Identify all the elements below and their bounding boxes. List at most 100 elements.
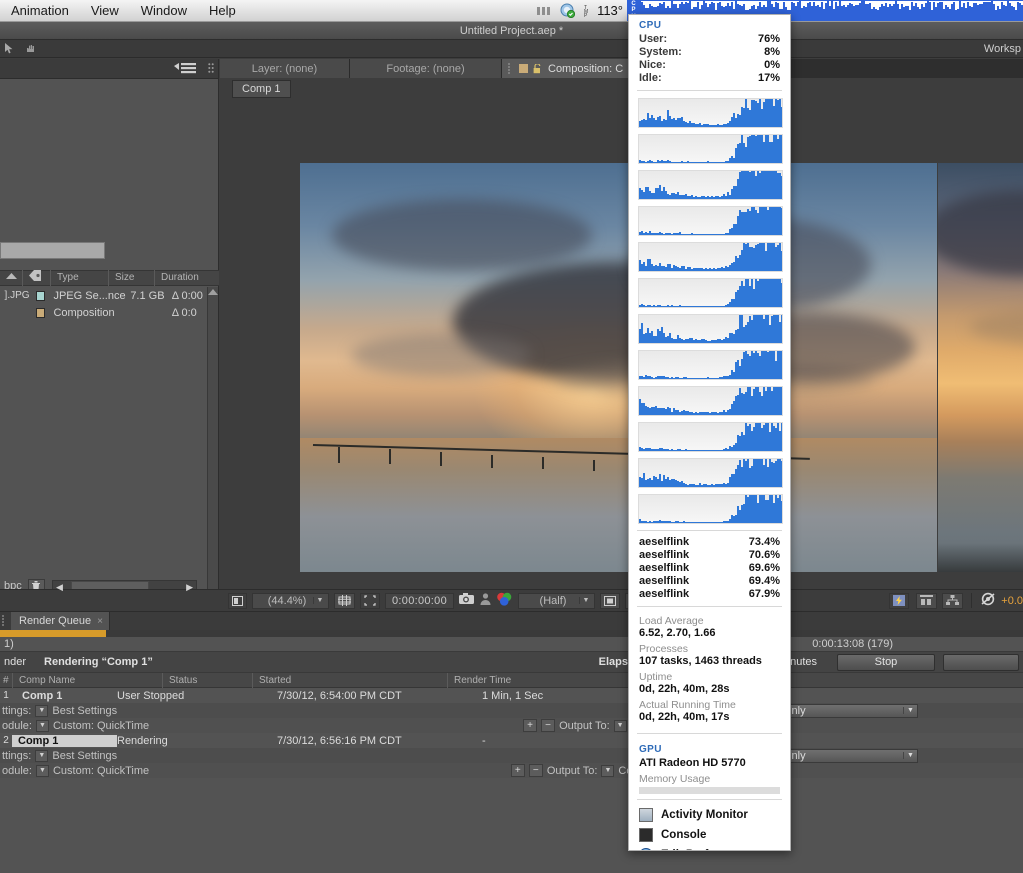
tab-composition[interactable]: Composition: C bbox=[502, 59, 638, 78]
comp-flowchart-icon[interactable] bbox=[942, 593, 963, 609]
module-value[interactable]: Custom: QuickTime bbox=[53, 720, 149, 732]
module-value[interactable]: Custom: QuickTime bbox=[53, 765, 149, 777]
row-comp-name[interactable]: Comp 1 bbox=[12, 735, 117, 747]
remove-output-module-icon[interactable]: − bbox=[541, 719, 555, 732]
divider bbox=[637, 733, 782, 734]
scroll-left-arrow-icon[interactable]: ◀ bbox=[53, 582, 66, 593]
output-disclosure-icon[interactable]: ▼ bbox=[601, 765, 614, 777]
menu-help[interactable]: Help bbox=[198, 0, 247, 22]
composition-sub-tab-row: Comp 1 bbox=[220, 78, 1023, 99]
scroll-up-arrow-icon[interactable] bbox=[208, 289, 218, 295]
temperature-value[interactable]: 113° bbox=[597, 3, 623, 18]
project-search-input[interactable] bbox=[0, 242, 105, 259]
timeline-icon[interactable] bbox=[916, 593, 937, 609]
render-current-time: 0:00:13:08 (179) bbox=[812, 638, 1023, 650]
exposure-reset-icon[interactable] bbox=[980, 592, 996, 609]
zoom-select[interactable]: (44.4%) ▼ bbox=[252, 593, 329, 609]
table-row[interactable]: 2 Comp 1 Rendering 7/30/12, 6:56:16 PM C… bbox=[0, 733, 1023, 748]
tab-render-queue-label: Render Queue bbox=[19, 615, 91, 627]
cpu-core-chart bbox=[638, 350, 783, 380]
temperature-icon[interactable]: TMP bbox=[583, 4, 593, 18]
selection-tool-icon[interactable] bbox=[4, 43, 15, 54]
close-icon[interactable]: × bbox=[97, 616, 103, 627]
hand-tool-icon[interactable] bbox=[25, 43, 36, 54]
bridge-piling bbox=[491, 455, 493, 468]
menu-window[interactable]: Window bbox=[130, 0, 198, 22]
workspace-label[interactable]: Worksp bbox=[984, 40, 1023, 58]
column-header-status[interactable]: Status bbox=[162, 673, 252, 688]
composition-stage[interactable] bbox=[220, 99, 1023, 572]
processes-label: Processes bbox=[629, 640, 790, 655]
uptime-label: Uptime bbox=[629, 668, 790, 683]
tab-render-queue[interactable]: Render Queue × bbox=[11, 612, 110, 630]
chevron-down-icon[interactable]: ▼ bbox=[903, 752, 917, 759]
chevron-down-icon[interactable]: ▼ bbox=[313, 597, 326, 604]
bars-icon[interactable] bbox=[537, 5, 552, 17]
comp-1-tab[interactable]: Comp 1 bbox=[232, 80, 291, 98]
stop-button[interactable]: Stop bbox=[837, 654, 935, 671]
table-row[interactable]: 1 Comp 1 User Stopped 7/30/12, 6:54:00 P… bbox=[0, 688, 1023, 703]
tab-footage[interactable]: Footage: (none) bbox=[350, 59, 502, 78]
row-module-line: odule: ▼ Custom: QuickTime + − Output To… bbox=[0, 718, 1023, 733]
add-output-module-icon[interactable]: + bbox=[523, 719, 537, 732]
column-header-started[interactable]: Started bbox=[252, 673, 447, 688]
label-color-header-icon[interactable] bbox=[22, 270, 50, 286]
label-swatch[interactable] bbox=[36, 308, 46, 318]
tab-layer[interactable]: Layer: (none) bbox=[220, 59, 350, 78]
chevron-down-icon[interactable]: ▼ bbox=[579, 597, 592, 604]
process-name: aeselflink bbox=[639, 549, 689, 562]
menu-view[interactable]: View bbox=[80, 0, 130, 22]
chevron-down-icon[interactable]: ▼ bbox=[903, 707, 917, 714]
table-row[interactable]: ].JPG JPEG Se...nce 7.1 GB Δ 0:00 bbox=[0, 287, 219, 304]
module-disclosure-icon[interactable]: ▼ bbox=[36, 765, 49, 777]
show-snapshot-icon[interactable] bbox=[480, 593, 491, 608]
menu-item-edit-preferences[interactable]: Edit Preferences… bbox=[629, 845, 790, 851]
running-time-value: 0d, 22h, 40m, 17s bbox=[629, 711, 790, 724]
grid-guides-icon[interactable] bbox=[334, 593, 355, 609]
exposure-value[interactable]: +0.0 bbox=[1001, 595, 1023, 607]
module-disclosure-icon[interactable]: ▼ bbox=[36, 720, 49, 732]
fast-previews-icon[interactable] bbox=[889, 593, 909, 609]
lock-icon[interactable] bbox=[533, 64, 542, 74]
settings-disclosure-icon[interactable]: ▼ bbox=[35, 705, 48, 717]
current-time-field[interactable]: 0:00:00:00 bbox=[385, 593, 454, 609]
sort-arrow-icon[interactable] bbox=[0, 270, 22, 286]
pause-button[interactable] bbox=[943, 654, 1019, 671]
render-button-label[interactable]: nder bbox=[0, 656, 26, 668]
menu-item-activity-monitor[interactable]: Activity Monitor bbox=[629, 805, 790, 825]
column-header-size[interactable]: Size bbox=[108, 270, 154, 286]
column-header-number[interactable]: # bbox=[0, 673, 12, 688]
column-header-comp-name[interactable]: Comp Name bbox=[12, 673, 162, 688]
settings-value[interactable]: Best Settings bbox=[52, 705, 117, 717]
tab-grip-icon[interactable] bbox=[508, 63, 514, 75]
row-comp-name[interactable]: Comp 1 bbox=[12, 690, 117, 702]
snapshot-icon[interactable] bbox=[459, 593, 475, 608]
row-settings-line: ttings: ▼ Best Settings Log: Errors Only… bbox=[0, 703, 1023, 718]
settings-disclosure-icon[interactable]: ▼ bbox=[35, 750, 48, 762]
always-preview-icon[interactable] bbox=[228, 593, 247, 609]
label-swatch[interactable] bbox=[36, 291, 46, 301]
region-of-interest-toggle-icon[interactable] bbox=[600, 593, 620, 609]
stat-label: Idle: bbox=[639, 72, 662, 85]
column-header-duration[interactable]: Duration bbox=[154, 270, 216, 286]
scroll-right-arrow-icon[interactable]: ▶ bbox=[183, 582, 196, 593]
settings-value[interactable]: Best Settings bbox=[52, 750, 117, 762]
menu-animation[interactable]: Animation bbox=[0, 0, 80, 22]
cpu-core-chart bbox=[638, 98, 783, 128]
output-disclosure-icon[interactable]: ▼ bbox=[614, 720, 627, 732]
resolution-select[interactable]: (Half) ▼ bbox=[518, 593, 595, 609]
menu-item-console[interactable]: Console bbox=[629, 825, 790, 845]
remove-output-module-icon[interactable]: − bbox=[529, 764, 543, 777]
region-of-interest-icon[interactable] bbox=[360, 593, 380, 609]
project-vertical-scrollbar[interactable] bbox=[207, 287, 218, 615]
tab-grip-icon[interactable] bbox=[2, 615, 8, 627]
table-row[interactable]: Composition Δ 0:0 bbox=[0, 304, 219, 321]
timemachine-icon[interactable] bbox=[560, 3, 575, 18]
panel-grip-icon[interactable] bbox=[208, 63, 214, 75]
add-output-module-icon[interactable]: + bbox=[511, 764, 525, 777]
bridge-piling bbox=[338, 447, 340, 463]
panel-menu-icon[interactable] bbox=[174, 63, 196, 74]
column-header-render-time[interactable]: Render Time bbox=[447, 673, 647, 688]
column-header-type[interactable]: Type bbox=[50, 270, 108, 286]
channels-icon[interactable] bbox=[496, 592, 513, 609]
